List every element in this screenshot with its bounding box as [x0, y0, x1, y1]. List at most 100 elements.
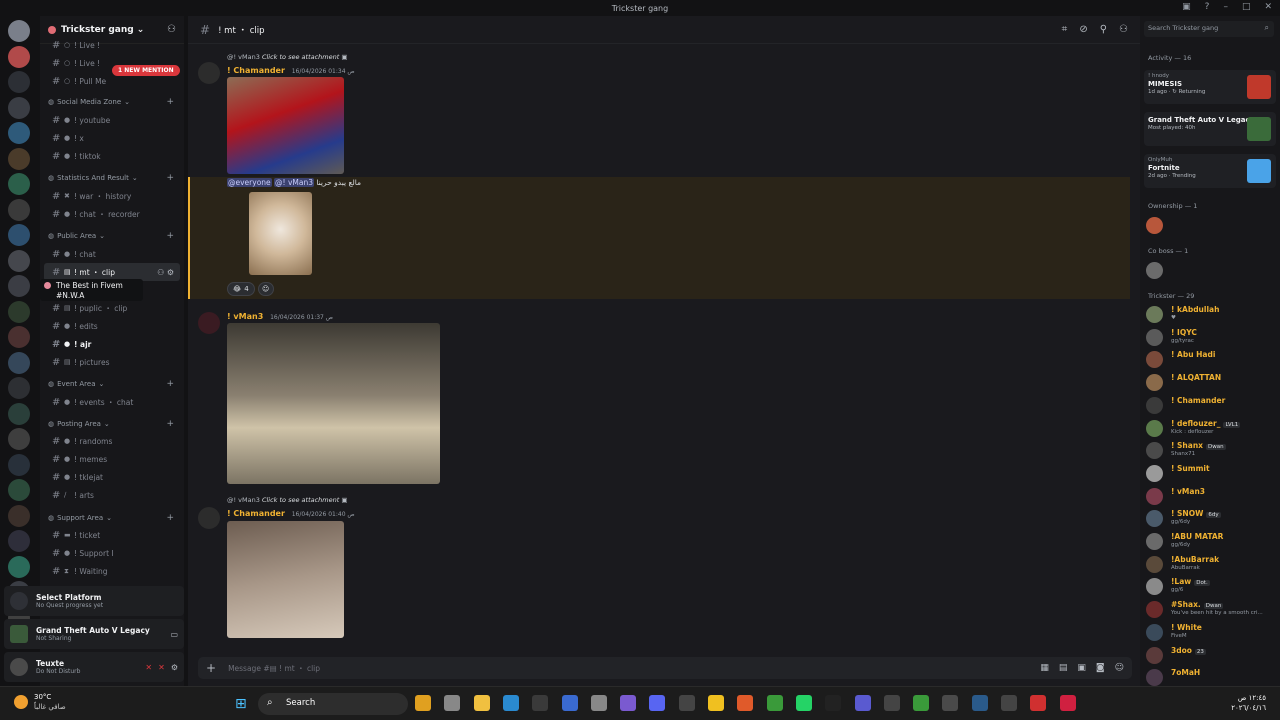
terminal-icon[interactable] — [883, 695, 900, 711]
settings-icon[interactable] — [590, 695, 607, 711]
channel-item[interactable]: # ✖ ! war ・ history — [44, 187, 180, 205]
sticker-icon[interactable]: ◙ — [1096, 663, 1105, 673]
quest-card[interactable]: Select Platform No Quest progress yet — [4, 586, 184, 616]
channel-item[interactable]: # ○! Live ! — [44, 36, 180, 54]
category-header[interactable]: ◍ Event Area ⌄ + — [40, 376, 184, 392]
folder-icon[interactable] — [473, 695, 490, 711]
member-item[interactable]: #Shax. Dwan You've been hit by a smooth cr… — [1146, 599, 1276, 619]
server-icon[interactable] — [8, 224, 30, 246]
mail-icon[interactable] — [942, 695, 959, 711]
clock-date[interactable]: ٢٠٢٦/٠٤/١٦ — [1231, 703, 1266, 713]
vpn-icon[interactable] — [854, 695, 871, 711]
member-item[interactable]: ! Chamander — [1146, 395, 1276, 415]
server-icon[interactable] — [8, 326, 30, 348]
activity-card[interactable]: ! hnody MIMESIS 1d ago · ↻ Returning — [1144, 70, 1276, 104]
apps-icon[interactable]: ▦ — [1040, 663, 1049, 673]
emoji-icon[interactable]: ☺ — [1115, 663, 1124, 673]
server-icon[interactable] — [8, 275, 30, 297]
new-mention-badge[interactable]: 1 NEW MENTION — [112, 65, 180, 76]
channel-item[interactable]: # ●! youtube — [44, 111, 180, 129]
gif-icon[interactable]: ▣ — [1077, 663, 1086, 673]
message-composer[interactable]: + Message #▤ ! mt ・ clip ▦ ▤ ▣ ◙ ☺ — [198, 657, 1132, 679]
category-header[interactable]: ◍ Public Area ⌄ + — [40, 228, 184, 244]
taskbar-search[interactable]: ⌕ Search — [258, 693, 408, 715]
chrome-icon[interactable] — [766, 695, 783, 711]
reply-preview[interactable]: @! vMan3 Click to see attachment ▣ — [227, 496, 348, 504]
close-button[interactable]: ✕ — [1264, 2, 1272, 12]
channel-item[interactable]: # ▤! puplic ・ clip — [44, 299, 180, 317]
add-channel-icon[interactable]: + — [166, 97, 174, 107]
add-channel-icon[interactable]: + — [166, 173, 174, 183]
member-item[interactable]: ! Summit — [1146, 463, 1276, 483]
member-item[interactable]: ! IQYC gg/tyrac — [1146, 327, 1276, 347]
message-author[interactable]: ! vMan3 16/04/2026 01:37 ص — [227, 312, 333, 321]
outlook-icon[interactable] — [561, 695, 578, 711]
channel-item[interactable]: # ●! Support I — [44, 544, 180, 562]
browser-icon[interactable] — [1001, 695, 1017, 711]
message-input[interactable]: Message #▤ ! mt ・ clip — [228, 663, 320, 674]
avatar[interactable] — [198, 507, 220, 529]
category-header[interactable]: ◍ Support Area ⌄ + — [40, 510, 184, 526]
members-icon[interactable]: ⚇ — [1119, 24, 1128, 35]
channel-item[interactable]: # ●! tklejat — [44, 468, 180, 486]
steam-icon[interactable] — [971, 695, 988, 711]
server-icon[interactable] — [8, 122, 30, 144]
add-channel-icon[interactable]: + — [166, 419, 174, 429]
help-icon[interactable]: ? — [1205, 2, 1210, 12]
gear-icon[interactable]: ⚙ — [167, 268, 174, 277]
server-icon[interactable] — [8, 147, 30, 170]
member-item[interactable]: 3doo 23 — [1146, 645, 1276, 665]
settings-gear-icon[interactable]: ⚙ — [171, 663, 178, 672]
channel-item[interactable]: # ●! x — [44, 129, 180, 147]
channel-item[interactable]: # ●! events ・ chat — [44, 393, 180, 411]
channel-item[interactable]: # ▤! pictures — [44, 353, 180, 371]
file-explorer-icon[interactable] — [415, 695, 431, 711]
server-icon[interactable] — [8, 45, 30, 68]
channel-item[interactable]: # ⧗ ! Waiting — [44, 562, 180, 580]
channel-item[interactable]: # ●! edits — [44, 317, 180, 335]
server-search-input[interactable]: Search Trickster gang ⌕ — [1144, 21, 1274, 37]
add-reaction-button[interactable]: ☺ — [258, 282, 274, 296]
server-icon[interactable] — [8, 71, 30, 93]
store-icon[interactable] — [532, 695, 549, 711]
channel-item[interactable]: # ●! memes — [44, 450, 180, 468]
whatsapp-icon[interactable] — [795, 695, 812, 711]
clock-time[interactable]: ١٢:٤٥ ص — [1231, 693, 1266, 703]
channel-item[interactable]: # ∕ ! arts — [44, 486, 180, 504]
avatar[interactable] — [198, 312, 220, 334]
maximize-button[interactable]: □ — [1242, 2, 1251, 12]
server-icon[interactable] — [8, 96, 30, 119]
image-attachment[interactable] — [227, 323, 440, 484]
channel-item[interactable]: # ●! randoms — [44, 432, 180, 450]
member-item[interactable]: ! SNOW 6dy gg/6dy — [1146, 508, 1276, 528]
member-item[interactable]: ! vMan3 — [1146, 486, 1276, 506]
gift-icon[interactable]: ▤ — [1059, 663, 1068, 673]
server-icon[interactable] — [8, 453, 30, 476]
screen-share-icon[interactable]: ▭ — [170, 630, 178, 639]
threads-icon[interactable]: ⌗ — [1062, 24, 1068, 35]
member-item[interactable]: !Law Dot. gg/6 — [1146, 576, 1276, 596]
server-icon[interactable] — [8, 555, 30, 578]
member-item[interactable]: ! kAbdullah ♥ — [1146, 304, 1276, 324]
reaction-button[interactable]: 😂 4 — [227, 282, 255, 296]
epic-games-icon[interactable] — [678, 695, 695, 711]
channel-item[interactable]: # ●! tiktok — [44, 147, 180, 165]
server-icon[interactable] — [8, 428, 30, 450]
invite-icon[interactable]: ⚇ — [157, 268, 164, 277]
message-author[interactable]: ! Chamander 16/04/2026 01:40 ص — [227, 509, 355, 518]
member-owner[interactable] — [1146, 215, 1276, 235]
brave-icon[interactable] — [737, 695, 754, 711]
inbox-icon[interactable]: ▣ — [1182, 2, 1191, 12]
channel-item[interactable]: # ●! chat — [44, 245, 180, 263]
message-author[interactable]: ! Chamander 16/04/2026 01:34 ص — [227, 66, 355, 75]
server-icon[interactable] — [8, 377, 30, 399]
category-header[interactable]: ◍ Social Media Zone ⌄ + — [40, 94, 184, 110]
member-item[interactable]: !ABU MATAR gg/6dy — [1146, 531, 1276, 551]
mention-user[interactable]: @! vMan3 — [274, 178, 314, 187]
edge-icon[interactable] — [502, 695, 519, 711]
copilot-icon[interactable] — [620, 695, 637, 711]
deafen-icon[interactable]: ✕ — [158, 663, 165, 672]
server-icon[interactable] — [8, 249, 30, 272]
member-item[interactable]: ! White FiveM — [1146, 622, 1276, 642]
mute-icon[interactable]: ✕ — [145, 663, 152, 672]
